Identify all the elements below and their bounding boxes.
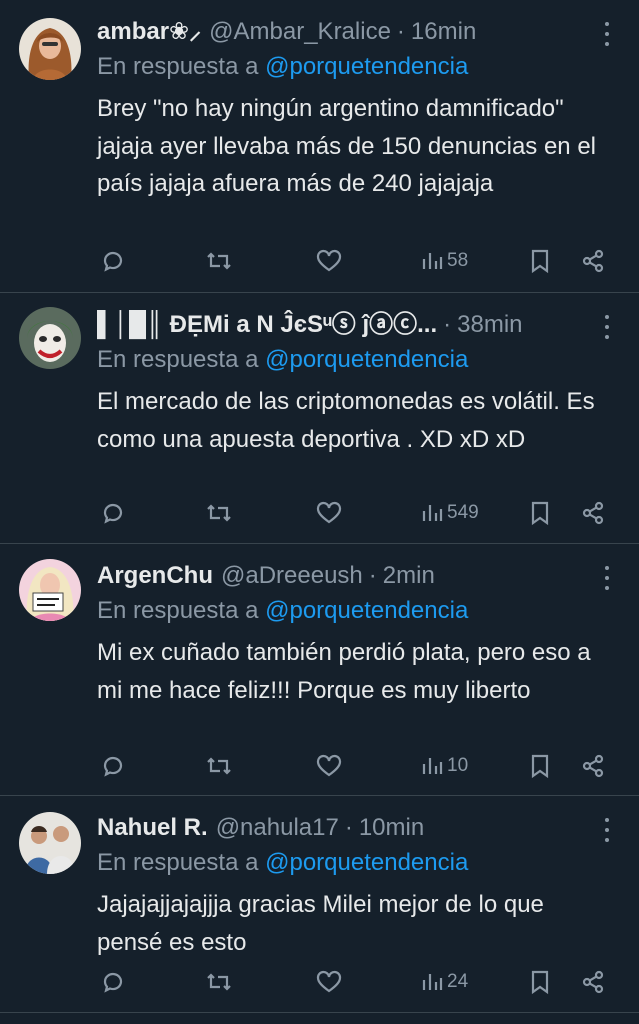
user-avatar[interactable] xyxy=(19,307,81,369)
action-bar: 58 xyxy=(0,241,639,281)
like-button[interactable] xyxy=(316,493,342,533)
reply-context: En respuesta a @porquetendencia xyxy=(97,50,615,84)
tweet-text: Jajajajjajajjja gracias Milei mejor de l… xyxy=(97,891,551,956)
bar-chart-icon xyxy=(422,505,443,521)
comment-icon xyxy=(103,757,123,777)
comment-icon xyxy=(103,504,123,524)
bookmark-button[interactable] xyxy=(529,962,551,1002)
bar-chart-icon xyxy=(422,758,443,774)
share-button[interactable] xyxy=(581,746,605,786)
action-bar: 549 xyxy=(0,493,639,533)
bookmark-icon xyxy=(531,970,549,995)
share-icon xyxy=(582,501,604,525)
like-button[interactable] xyxy=(316,746,342,786)
tweet-text: Brey "no hay ningún argentino damnificad… xyxy=(97,95,603,197)
reply-button[interactable] xyxy=(101,493,125,533)
user-avatar[interactable] xyxy=(19,559,81,621)
more-options-icon[interactable] xyxy=(597,818,617,842)
display-name[interactable]: ambar❀⸝ xyxy=(97,14,201,50)
bookmark-button[interactable] xyxy=(529,746,551,786)
bookmark-icon xyxy=(531,754,549,779)
repost-icon xyxy=(207,973,231,991)
separator-dot: · xyxy=(368,562,377,589)
comment-icon xyxy=(103,973,123,993)
reply-mention-link[interactable]: @porquetendencia xyxy=(265,849,468,876)
views-button[interactable]: 58 xyxy=(421,241,468,281)
more-options-icon[interactable] xyxy=(597,315,617,339)
user-avatar[interactable] xyxy=(19,812,81,874)
tweet-text: Mi ex cuñado también perdió plata, pero … xyxy=(97,639,598,704)
user-avatar[interactable] xyxy=(19,18,81,80)
repost-button[interactable] xyxy=(205,493,233,533)
heart-icon xyxy=(316,970,342,993)
repost-icon xyxy=(207,504,231,522)
views-button[interactable]: 549 xyxy=(421,493,479,533)
timestamp[interactable]: 16min xyxy=(411,14,476,50)
share-button[interactable] xyxy=(581,493,605,533)
user-handle[interactable]: @Ambar_Kralice xyxy=(209,14,391,50)
action-bar: 10 xyxy=(0,746,639,786)
view-count: 58 xyxy=(447,250,469,271)
timestamp[interactable]: 2min xyxy=(383,558,435,594)
bookmark-icon xyxy=(531,501,549,526)
separator-dot: · xyxy=(443,311,452,338)
repost-icon xyxy=(207,757,231,775)
tweet-3[interactable]: ArgenChu @aDreeeush · 2min En respuesta … xyxy=(0,544,639,796)
reply-button[interactable] xyxy=(101,746,125,786)
tweet-4[interactable]: Nahuel R. @nahula17 · 10min En respuesta… xyxy=(0,796,639,1013)
more-options-icon[interactable] xyxy=(597,566,617,590)
like-button[interactable] xyxy=(316,241,342,281)
reply-mention-link[interactable]: @porquetendencia xyxy=(265,53,468,80)
reply-prefix: En respuesta a xyxy=(97,597,259,624)
reply-mention-link[interactable]: @porquetendencia xyxy=(265,346,468,373)
tweet-2[interactable]: ▌│█║ ĐẸMi a N ĴєЅᵘⓢ ĵⓐⓒ... · 38min En re… xyxy=(0,293,639,544)
share-button[interactable] xyxy=(581,241,605,281)
reply-context: En respuesta a @porquetendencia xyxy=(97,343,615,377)
display-name[interactable]: Nahuel R. xyxy=(97,810,208,846)
reply-context: En respuesta a @porquetendencia xyxy=(97,846,615,880)
like-button[interactable] xyxy=(316,962,342,1002)
more-options-icon[interactable] xyxy=(597,22,617,46)
comment-icon xyxy=(103,252,123,272)
views-button[interactable]: 24 xyxy=(421,962,468,1002)
view-count: 24 xyxy=(447,971,469,992)
bookmark-icon xyxy=(531,249,549,274)
reply-prefix: En respuesta a xyxy=(97,346,259,373)
share-icon xyxy=(582,249,604,273)
reply-prefix: En respuesta a xyxy=(97,849,259,876)
user-handle[interactable]: @aDreeeush xyxy=(221,558,363,594)
reply-mention-link[interactable]: @porquetendencia xyxy=(265,597,468,624)
timestamp[interactable]: 10min xyxy=(359,810,424,846)
display-name[interactable]: ArgenChu xyxy=(97,558,213,594)
reply-prefix: En respuesta a xyxy=(97,53,259,80)
view-count: 549 xyxy=(447,502,479,523)
display-name[interactable]: ▌│█║ ĐẸMi a N ĴєЅᵘⓢ ĵⓐⓒ... xyxy=(97,307,437,343)
separator-dot: · xyxy=(396,18,405,45)
reply-button[interactable] xyxy=(101,241,125,281)
heart-icon xyxy=(316,754,342,777)
separator-dot: · xyxy=(344,814,353,841)
heart-icon xyxy=(316,249,342,272)
repost-button[interactable] xyxy=(205,241,233,281)
share-icon xyxy=(582,754,604,778)
share-icon xyxy=(582,970,604,994)
bookmark-button[interactable] xyxy=(529,493,551,533)
reply-context: En respuesta a @porquetendencia xyxy=(97,594,615,628)
action-bar: 24 xyxy=(0,962,639,1002)
bookmark-button[interactable] xyxy=(529,241,551,281)
repost-button[interactable] xyxy=(205,746,233,786)
bar-chart-icon xyxy=(422,974,443,990)
share-button[interactable] xyxy=(581,962,605,1002)
bar-chart-icon xyxy=(422,253,443,269)
timestamp[interactable]: 38min xyxy=(457,307,522,343)
repost-button[interactable] xyxy=(205,962,233,1002)
reply-button[interactable] xyxy=(101,962,125,1002)
tweet-text: El mercado de las criptomonedas es volát… xyxy=(97,388,602,453)
views-button[interactable]: 10 xyxy=(421,746,468,786)
repost-icon xyxy=(207,252,231,270)
heart-icon xyxy=(316,501,342,524)
user-handle[interactable]: @nahula17 xyxy=(216,810,339,846)
tweet-1[interactable]: ambar❀⸝ @Ambar_Kralice · 16min En respue… xyxy=(0,0,639,293)
view-count: 10 xyxy=(447,755,469,776)
